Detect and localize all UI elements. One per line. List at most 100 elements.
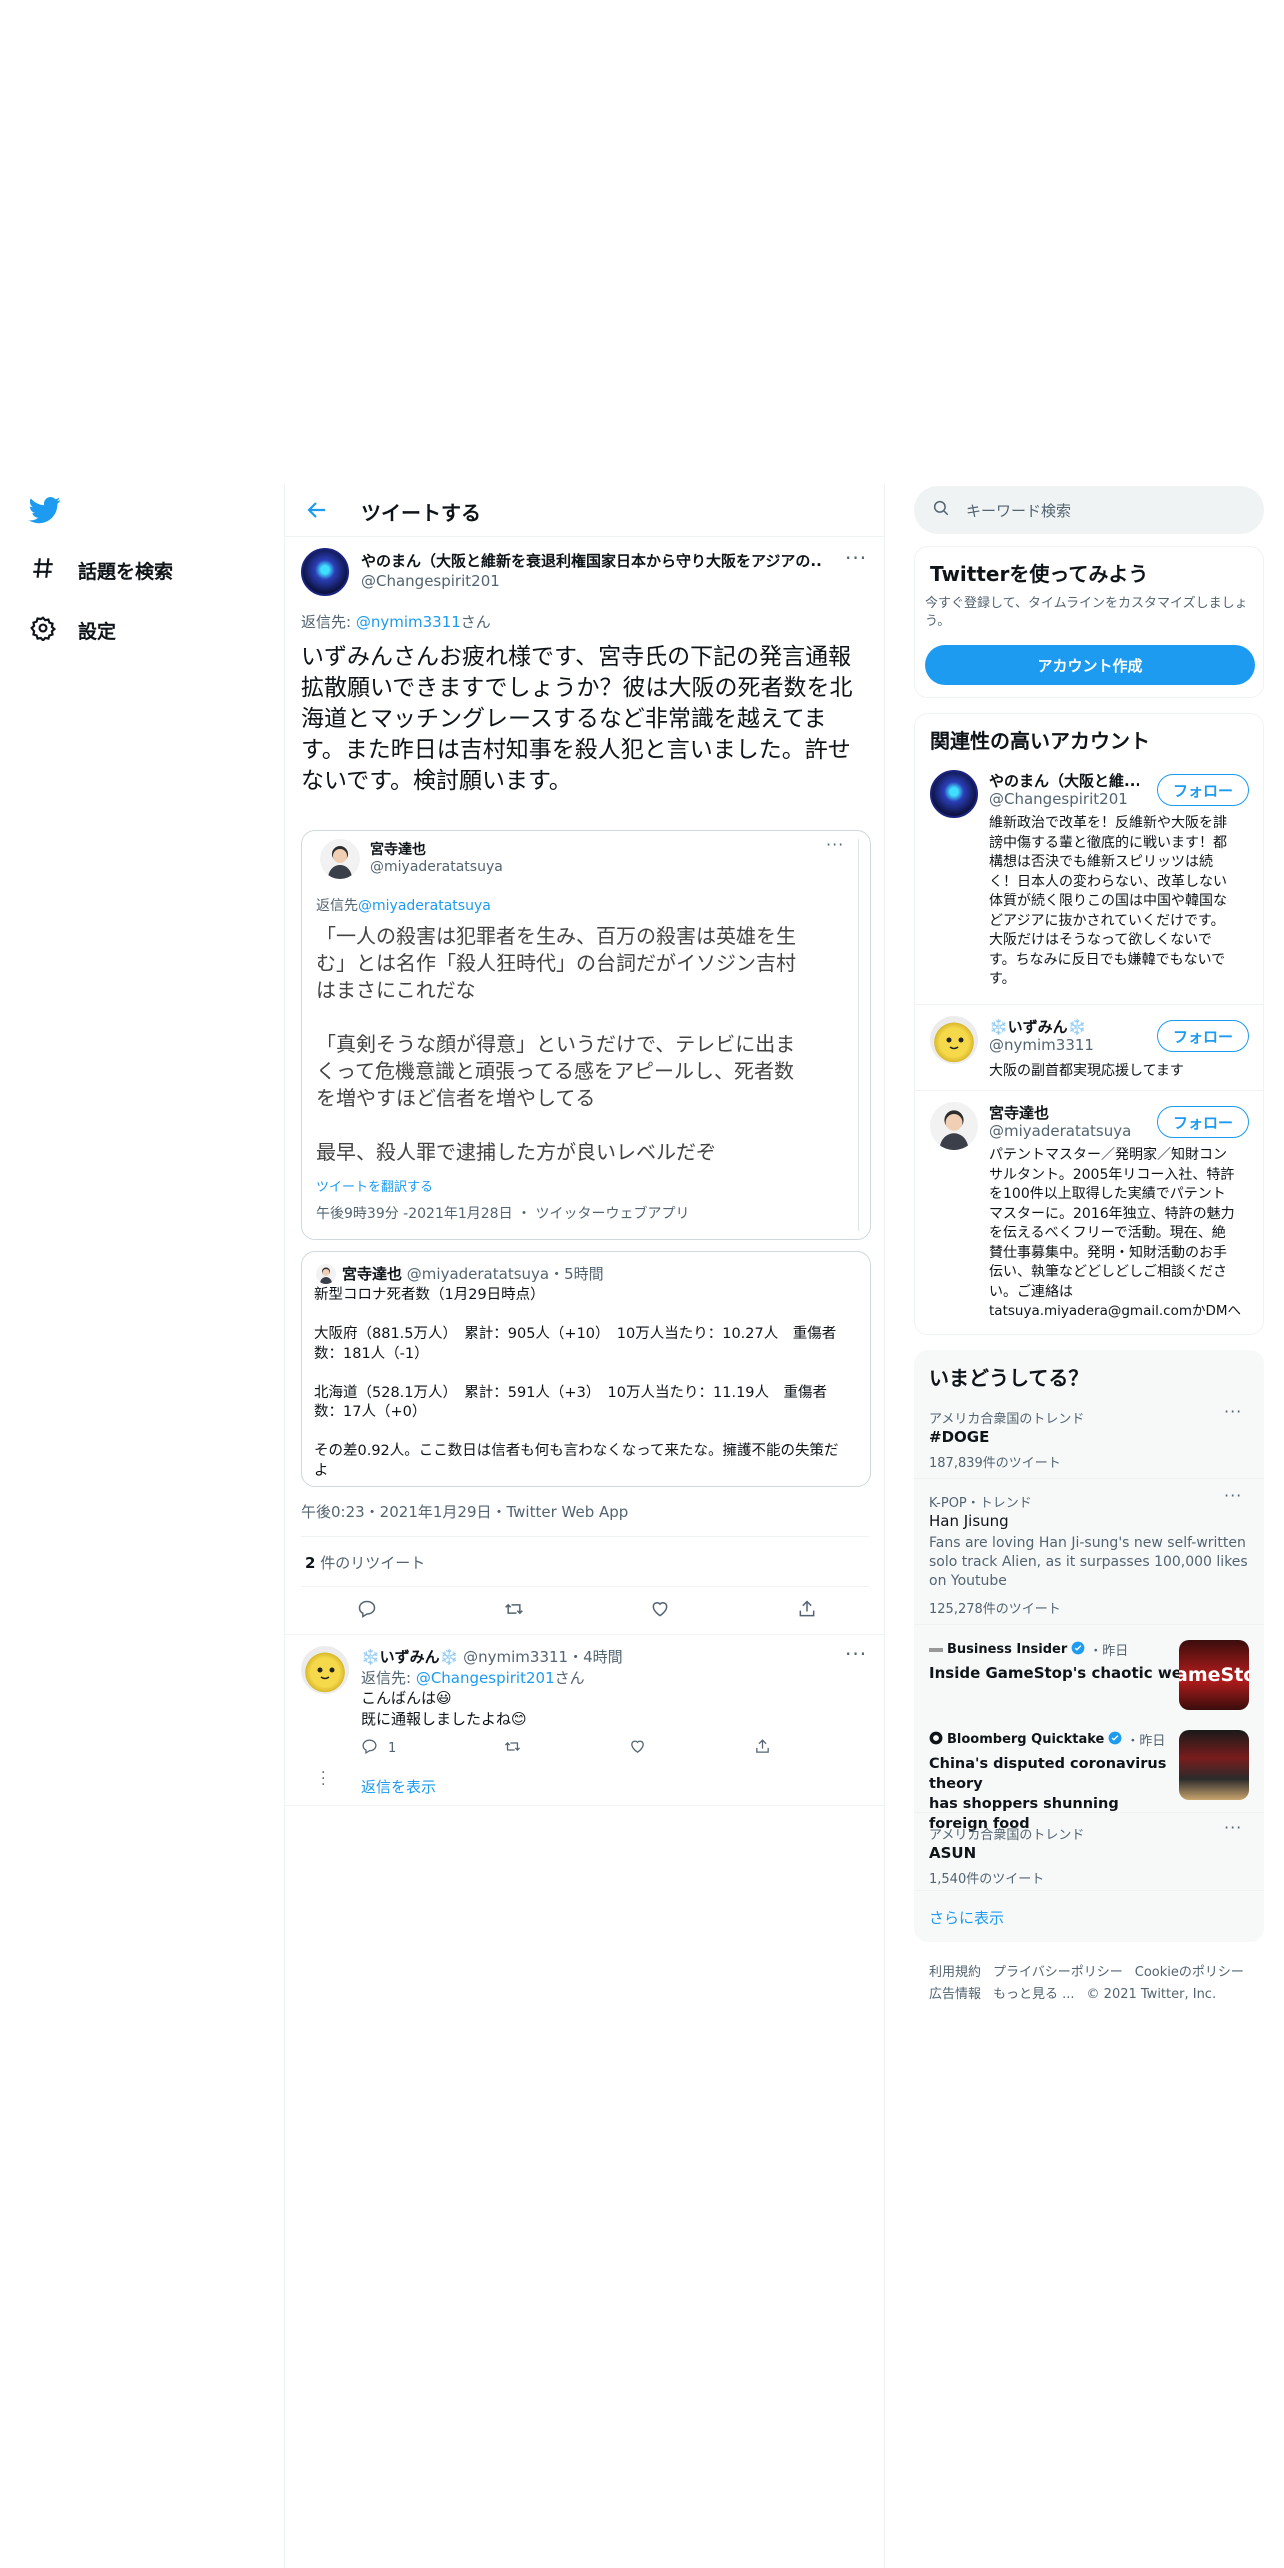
more-options-icon[interactable]: ··· xyxy=(845,546,867,570)
share-icon[interactable] xyxy=(797,1599,817,1623)
related-handle[interactable]: @Changespirit201 xyxy=(989,790,1128,808)
divider xyxy=(285,1634,885,1635)
reply-icon[interactable] xyxy=(361,1738,378,1759)
create-account-button[interactable]: アカウント作成 xyxy=(925,645,1255,685)
bio-line: い。ご連絡は xyxy=(989,1283,1073,1300)
reply-more-icon[interactable]: ··· xyxy=(845,1642,867,1666)
like-icon[interactable] xyxy=(650,1599,670,1623)
trend-more-icon[interactable]: ··· xyxy=(1224,1818,1242,1837)
follow-button[interactable]: フォロー xyxy=(1157,774,1249,806)
retweet-stat[interactable]: 2 件のリツイート xyxy=(305,1552,425,1573)
reply-prefix: 返信先: xyxy=(301,613,356,631)
related-bio: 維新政治で改革を！反維新や大阪を誹 謗中傷する輩と徹底的に戦います！都 構想は否… xyxy=(989,814,1259,990)
trend-name: #DOGE xyxy=(929,1428,990,1446)
footer-link[interactable]: もっと見る ... xyxy=(993,1984,1075,2006)
footer-row: 利用規約 プライバシーポリシー Cookieのポリシー xyxy=(929,1962,1244,1984)
retweet-icon[interactable] xyxy=(504,1599,524,1623)
news-item[interactable]: Bloomberg Quicktake ・昨日 China's disputed… xyxy=(914,1724,1264,1832)
embedded-image[interactable]: 宮寺達也 @miyaderatatsuya ··· 返信先@miyaderata… xyxy=(301,830,871,1240)
search-icon xyxy=(932,499,950,521)
news-item[interactable]: Business Insider ・昨日 Inside GameStop's c… xyxy=(914,1634,1264,1718)
quoted-time: ・5時間 xyxy=(549,1265,604,1283)
footer-link[interactable]: プライバシーポリシー xyxy=(993,1962,1123,1984)
search-box[interactable]: キーワード検索 xyxy=(914,486,1264,534)
news-headline: Inside GameStop's chaotic week xyxy=(929,1664,1203,1682)
thread-dots-icon: · · · xyxy=(321,1765,326,1793)
related-avatar[interactable] xyxy=(930,1016,978,1064)
reply-time[interactable]: ・4時間 xyxy=(568,1648,623,1666)
reply-line: こんばんは😃 xyxy=(361,1689,452,1707)
related-name[interactable]: 宮寺達也 xyxy=(989,1102,1049,1123)
search-input[interactable]: キーワード検索 xyxy=(966,500,1071,521)
tweet-actions xyxy=(357,1599,817,1623)
trend-name: Han Jisung xyxy=(929,1512,1009,1530)
reply-to-link[interactable]: @nymim3311 xyxy=(356,613,461,631)
footer-link[interactable]: 広告情報 xyxy=(929,1984,981,2006)
bio-line: を100件以上取得した実績でパテント xyxy=(989,1186,1226,1202)
tweet-line: いずみんさんお疲れ様です、宮寺氏の下記の発言通報 xyxy=(301,644,852,670)
back-arrow-icon[interactable] xyxy=(305,498,329,522)
quoted-line: 数：17人（+0） xyxy=(314,1404,427,1420)
related-avatar[interactable] xyxy=(930,1102,978,1150)
news-source: Business Insider xyxy=(947,1642,1068,1657)
show-replies-link[interactable]: 返信を表示 xyxy=(361,1776,436,1797)
trends-title: いまどうしてる？ xyxy=(929,1366,1089,1390)
divider xyxy=(914,1624,1264,1625)
follow-button[interactable]: フォロー xyxy=(1157,1020,1249,1052)
tweet-timestamp[interactable]: 午後0:23・2021年1月29日・Twitter Web App xyxy=(301,1501,628,1522)
tweet-line: 海道とマッチングレースするなど非常識を越えてま xyxy=(301,706,827,732)
reply-handle[interactable]: @nymim3311 xyxy=(463,1648,568,1666)
trend-item[interactable]: K-POP・トレンド ··· Han Jisung Fans are lovin… xyxy=(914,1486,1264,1620)
trend-desc-line: solo track Alien, as it surpasses 100,00… xyxy=(929,1554,1248,1570)
trend-item[interactable]: アメリカ合衆国のトレンド ··· ASUN 1,540件のツイート xyxy=(914,1818,1264,1898)
trend-more-icon[interactable]: ··· xyxy=(1224,1402,1242,1421)
avatar[interactable] xyxy=(301,548,349,596)
related-handle[interactable]: @miyaderatatsuya xyxy=(989,1122,1131,1140)
bio-line: す。ちなみに反日でも嫌韓でもないで xyxy=(989,951,1226,968)
related-handle[interactable]: @nymim3311 xyxy=(989,1036,1094,1054)
embedded-line: 最早、殺人罪で逮捕した方が良いレベルだぞ xyxy=(316,1140,716,1164)
follow-button[interactable]: フォロー xyxy=(1157,1106,1249,1138)
divider xyxy=(914,1812,1264,1813)
footer-link[interactable]: 利用規約 xyxy=(929,1962,981,1984)
share-icon[interactable] xyxy=(754,1738,771,1759)
related-name[interactable]: やのまん（大阪と維... xyxy=(989,770,1139,791)
related-name[interactable]: ❄️いずみん❄️ xyxy=(989,1016,1086,1037)
related-avatar[interactable] xyxy=(930,770,978,818)
quoted-tweet[interactable]: 宮寺達也 @miyaderatatsuya・5時間 新型コロナ死者数（1月29日… xyxy=(301,1251,871,1487)
tweet-line: 拡散願いできますでしょうか？彼は大阪の死者数を北 xyxy=(301,675,853,701)
reply-icon[interactable] xyxy=(357,1599,377,1623)
trend-context: アメリカ合衆国のトレンド xyxy=(929,1412,1085,1427)
thumbnail-text: ameStop xyxy=(1179,1664,1249,1686)
bio-line: を伝えるべくフリーで活動。現在、絶 xyxy=(989,1225,1226,1241)
reply-author[interactable]: ❄️いずみん❄️ xyxy=(361,1648,458,1666)
trend-item[interactable]: アメリカ合衆国のトレンド ··· #DOGE 187,839件のツイート xyxy=(914,1402,1264,1482)
author-handle[interactable]: @Changespirit201 xyxy=(361,572,500,590)
author-name[interactable]: やのまん（大阪と維新を衰退利権国家日本から守り大阪をアジアの... xyxy=(361,550,821,571)
news-thumbnail xyxy=(1179,1730,1249,1800)
source-logo-icon xyxy=(929,1731,943,1749)
footer-link[interactable]: Cookieのポリシー xyxy=(1135,1962,1244,1984)
related-bio: 大阪の副首都実現応援してます xyxy=(989,1063,1184,1079)
trend-desc-line: on Youtube xyxy=(929,1573,1007,1589)
embedded-avatar xyxy=(320,839,360,879)
tweet-line: す。また昨日は吉村知事を殺人犯と言いました。許せ xyxy=(301,737,851,763)
bio-line: く！日本人の変わらない、改革しない xyxy=(989,873,1227,890)
twitter-logo-icon[interactable] xyxy=(28,494,62,526)
retweet-icon[interactable] xyxy=(504,1738,521,1759)
nav-settings-label: 設定 xyxy=(78,620,117,643)
reply-reply-to[interactable]: @Changespirit201 xyxy=(416,1669,555,1687)
divider xyxy=(915,1090,1263,1091)
divider xyxy=(914,1478,1264,1479)
quoted-author: 宮寺達也 xyxy=(342,1265,403,1283)
copyright: © 2021 Twitter, Inc. xyxy=(1086,1987,1217,2002)
like-icon[interactable] xyxy=(629,1738,646,1759)
trend-more-icon[interactable]: ··· xyxy=(1224,1486,1242,1505)
divider xyxy=(858,839,859,1231)
nav-settings[interactable]: 設定 xyxy=(30,610,116,650)
reply-reply-action[interactable]: 1 xyxy=(361,1738,396,1759)
show-more-link[interactable]: さらに表示 xyxy=(929,1907,1004,1928)
nav-explore[interactable]: 話題を検索 xyxy=(30,550,173,590)
news-time: ・昨日 xyxy=(1126,1734,1166,1749)
reply-avatar[interactable] xyxy=(301,1646,349,1694)
